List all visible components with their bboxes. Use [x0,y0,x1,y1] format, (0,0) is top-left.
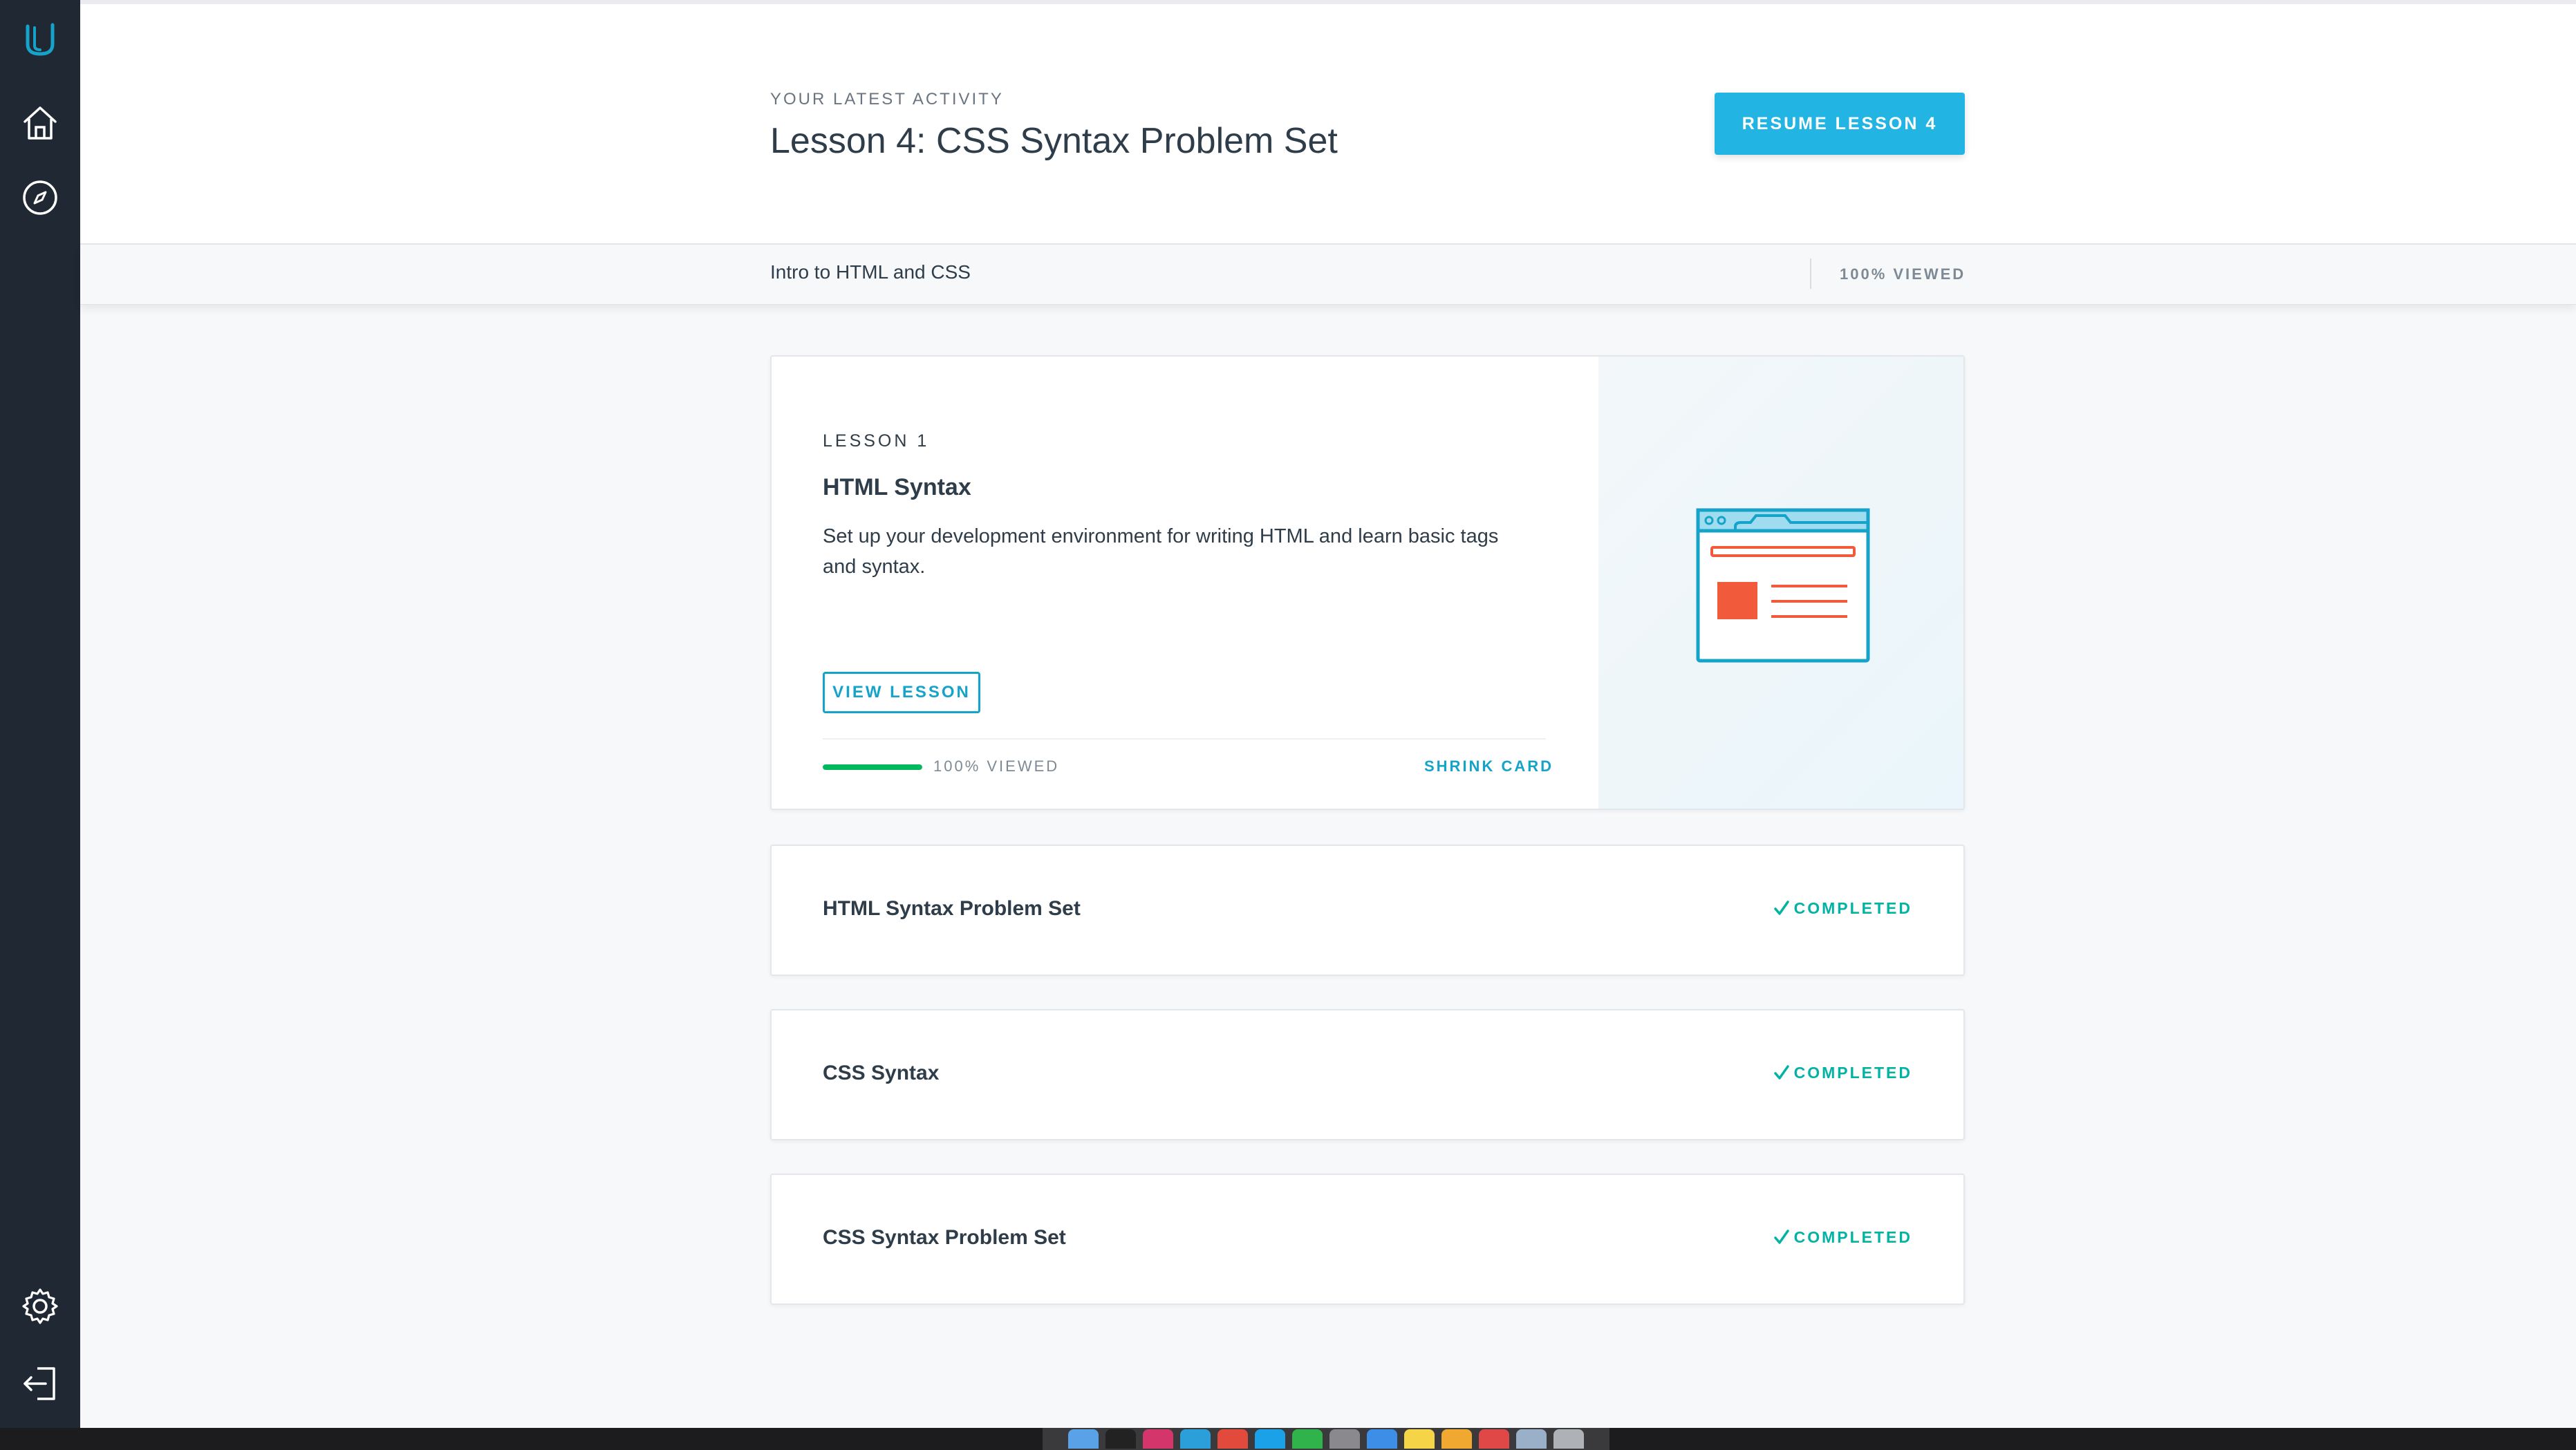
status-badge: COMPLETED [1772,1227,1912,1247]
check-icon [1773,901,1789,915]
finder-icon[interactable] [1068,1429,1099,1449]
status-badge: COMPLETED [1772,1063,1912,1082]
app-icon[interactable] [1292,1429,1323,1449]
latest-activity-header: YOUR LATEST ACTIVITY Lesson 4: CSS Synta… [80,4,2576,245]
status-label: COMPLETED [1793,1063,1912,1082]
lesson-illustration-panel [1598,357,1963,809]
terminal-icon[interactable] [1105,1429,1136,1449]
divider [823,738,1546,740]
lesson-card-expanded: LESSON 1 HTML Syntax Set up your develop… [770,355,1965,810]
app-icon[interactable] [1479,1429,1509,1449]
lesson-progress-bar [823,764,922,770]
lesson-title: CSS Syntax Problem Set [823,1226,1066,1249]
lesson-title: CSS Syntax [823,1062,940,1084]
resume-lesson-button[interactable]: RESUME LESSON 4 [1715,93,1965,155]
browser-window-illustration-icon [1696,508,1870,663]
settings-icon[interactable] [18,1284,62,1328]
notes-icon[interactable] [1404,1429,1435,1449]
compass-icon[interactable] [18,176,62,220]
skype-icon[interactable] [1255,1429,1285,1449]
lesson-progress-fill [823,764,922,770]
status-label: COMPLETED [1793,1227,1912,1246]
latest-activity-label: YOUR LATEST ACTIVITY [770,90,1004,109]
app-icon[interactable] [1516,1429,1547,1449]
lesson-title: HTML Syntax Problem Set [823,897,1081,920]
trash-icon[interactable] [1553,1429,1584,1449]
lesson-card-content: LESSON 1 HTML Syntax Set up your develop… [772,357,1598,809]
check-icon [1773,1230,1789,1244]
view-lesson-button[interactable]: VIEW LESSON [823,672,980,713]
lesson-card[interactable]: HTML Syntax Problem Set COMPLETED [770,845,1965,976]
os-dock [1043,1428,1609,1450]
course-progress-bar: Intro to HTML and CSS 100% VIEWED [80,245,2576,305]
lesson-card[interactable]: CSS Syntax COMPLETED [770,1009,1965,1140]
app-store-icon[interactable] [1367,1429,1397,1449]
status-badge: COMPLETED [1772,898,1912,918]
course-viewed-label: 100% VIEWED [1840,265,1966,283]
browser-icon[interactable] [1217,1429,1248,1449]
latest-activity-title: Lesson 4: CSS Syntax Problem Set [770,121,1338,161]
logout-icon[interactable] [18,1362,62,1406]
app-icon[interactable] [1180,1429,1211,1449]
divider [1810,258,1811,289]
sidebar [0,0,80,1428]
course-name: Intro to HTML and CSS [770,261,971,283]
lesson-progress-label: 100% VIEWED [933,757,1060,775]
app-icon[interactable] [1329,1429,1360,1449]
home-icon[interactable] [18,101,62,145]
lesson-title: HTML Syntax [823,474,971,500]
lesson-description: Set up your development environment for … [823,525,1499,578]
app-icon[interactable] [1441,1429,1472,1449]
shrink-card-link[interactable]: SHRINK CARD [1424,757,1553,775]
status-label: COMPLETED [1793,898,1912,917]
app-screen: YOUR LATEST ACTIVITY Lesson 4: CSS Synta… [0,0,2576,1428]
lesson-number: LESSON 1 [823,431,930,451]
udacity-logo-icon[interactable] [18,18,62,62]
lesson-card[interactable]: CSS Syntax Problem Set COMPLETED [770,1174,1965,1305]
app-icon[interactable] [1143,1429,1173,1449]
check-icon [1773,1065,1789,1080]
